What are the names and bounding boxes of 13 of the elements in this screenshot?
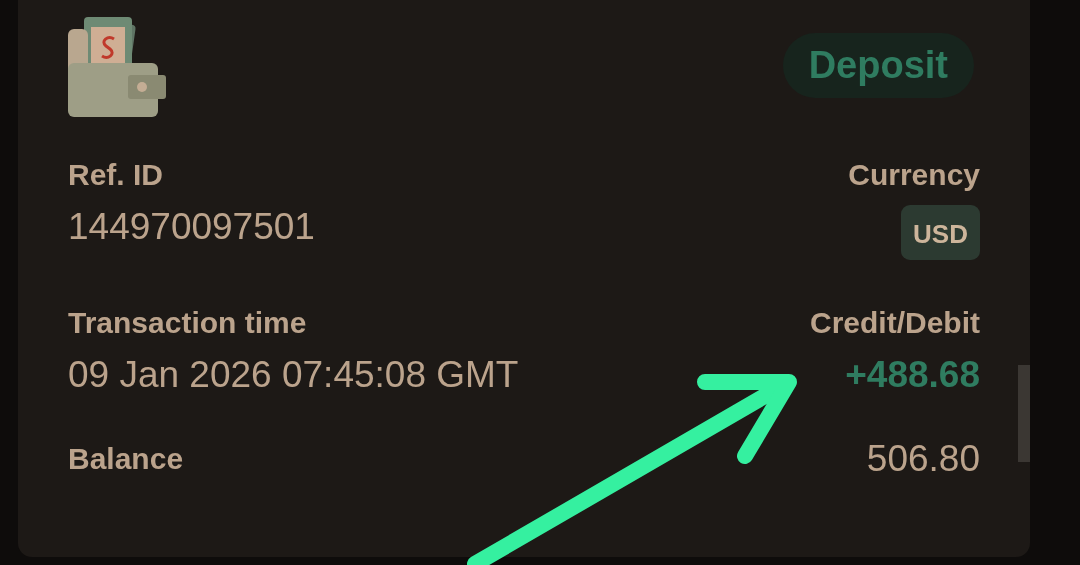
wallet-icon: [68, 17, 166, 117]
field-label: Currency: [848, 157, 980, 193]
scrollbar[interactable]: [1018, 365, 1030, 462]
field-label: Ref. ID: [68, 157, 164, 193]
field-value: 09 Jan 2026 07:45:08 GMT: [68, 353, 519, 397]
deposit-badge: Deposit: [782, 33, 974, 98]
field-label: Balance: [68, 441, 184, 477]
amount-text: +488.68: [845, 353, 980, 397]
field-label: Transaction time: [68, 305, 308, 341]
balance-value: 506.80: [866, 437, 980, 481]
currency-chip: USD: [901, 205, 980, 260]
field-label: Credit/Debit: [810, 305, 980, 341]
field-value: 144970097501: [68, 205, 315, 249]
